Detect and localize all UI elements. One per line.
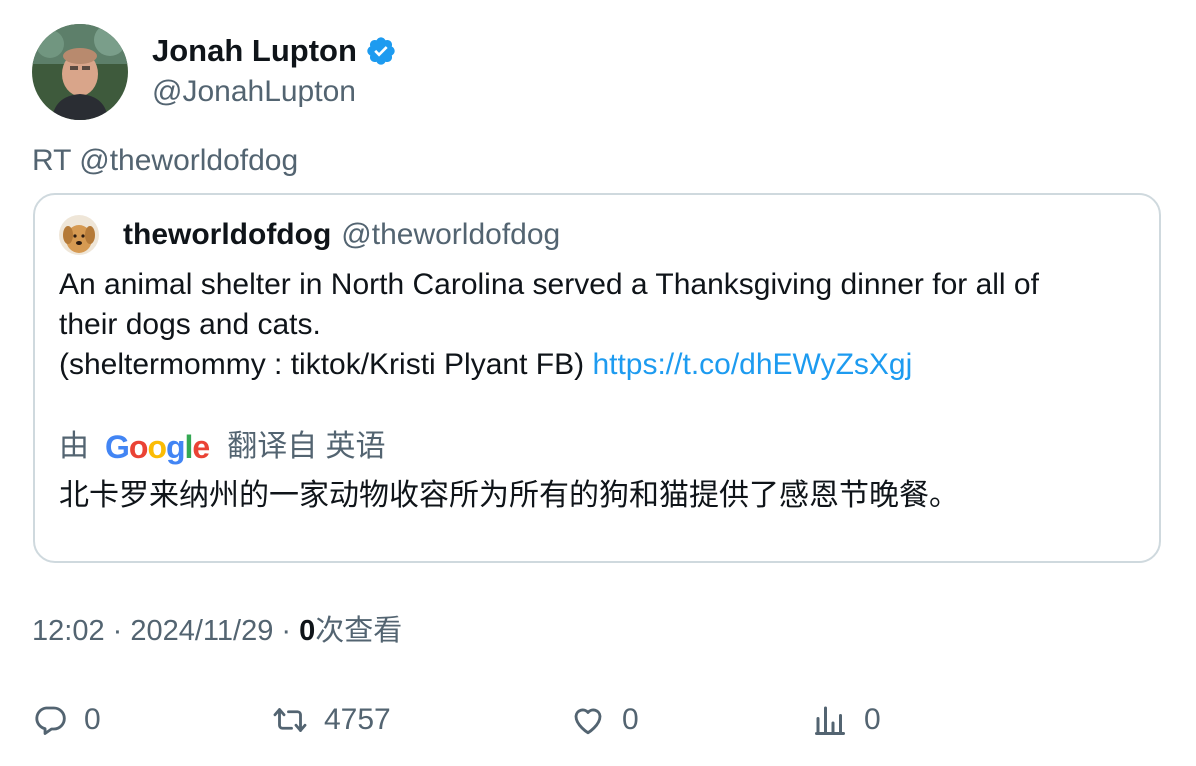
timestamp[interactable]: 12:02 · 2024/11/29 · <box>32 615 299 647</box>
verified-badge-icon[interactable] <box>365 35 397 67</box>
quoted-text: An animal shelter in North Carolina serv… <box>59 265 1139 385</box>
google-logo-letter: o <box>147 429 167 465</box>
google-logo-letter: g <box>165 429 186 465</box>
retweet-count: 4757 <box>324 703 391 736</box>
reply-button[interactable]: 0 <box>32 700 101 740</box>
retweet-text: RT @theworldofdog <box>32 144 299 177</box>
like-button[interactable]: 0 <box>570 700 639 740</box>
retweet-button[interactable]: 4757 <box>272 700 391 740</box>
quoted-avatar[interactable] <box>59 215 99 255</box>
translation-prefix: 由 <box>59 430 89 463</box>
quoted-text-line-3: (sheltermommy : tiktok/Kristi Plyant FB)… <box>59 345 1139 385</box>
quoted-handle[interactable]: @theworldofdog <box>341 216 560 254</box>
quoted-tweet[interactable]: theworldofdog @theworldofdog An animal s… <box>33 193 1161 563</box>
like-count: 0 <box>622 703 639 736</box>
views-label: 次查看 <box>315 615 403 647</box>
author-handle[interactable]: @JonahLupton <box>152 73 397 111</box>
google-logo-letter: e <box>192 429 210 465</box>
quoted-text-line-1: An animal shelter in North Carolina serv… <box>59 268 1039 301</box>
action-bar: 0 4757 0 0 <box>32 700 1162 740</box>
retweet-icon <box>273 708 307 732</box>
translated-text: 北卡罗来纳州的一家动物收容所为所有的狗和猫提供了感恩节晚餐。 <box>59 479 959 512</box>
reply-icon <box>35 706 66 735</box>
google-logo-letter: o <box>128 429 149 465</box>
quoted-name[interactable]: theworldofdog <box>123 216 331 254</box>
author-display-name[interactable]: Jonah Lupton <box>152 33 357 69</box>
heart-icon <box>574 708 602 735</box>
translation-suffix: 翻译自 英语 <box>227 430 386 463</box>
dog-avatar-photo-icon <box>59 215 99 255</box>
reply-count: 0 <box>84 703 101 736</box>
quoted-text-line-2: their dogs and cats. <box>59 308 321 341</box>
views-action-count: 0 <box>864 703 881 736</box>
author-avatar[interactable] <box>32 24 128 120</box>
quoted-text-credit: (sheltermommy : tiktok/Kristi Plyant FB) <box>59 348 593 381</box>
author-names: Jonah Lupton @JonahLupton <box>152 24 397 120</box>
display-name-row: Jonah Lupton <box>152 33 397 69</box>
translation-attribution: 由 Google 翻译自 英语 <box>59 427 386 467</box>
tweet-header: Jonah Lupton @JonahLupton <box>32 24 397 120</box>
google-logo-icon: Google <box>105 427 210 467</box>
google-logo-letter: G <box>105 429 130 465</box>
quoted-link[interactable]: https://t.co/dhEWyZsXgj <box>592 348 912 381</box>
avatar-photo-icon <box>32 24 128 120</box>
views-button[interactable]: 0 <box>812 700 881 740</box>
tweet-card: Jonah Lupton @JonahLupton RT @theworldof… <box>0 0 1196 766</box>
tweet-meta: 12:02 · 2024/11/29 · 0次查看 <box>32 612 402 650</box>
views-count: 0 <box>299 615 316 647</box>
analytics-icon <box>815 706 845 735</box>
quoted-header: theworldofdog @theworldofdog <box>59 215 560 255</box>
